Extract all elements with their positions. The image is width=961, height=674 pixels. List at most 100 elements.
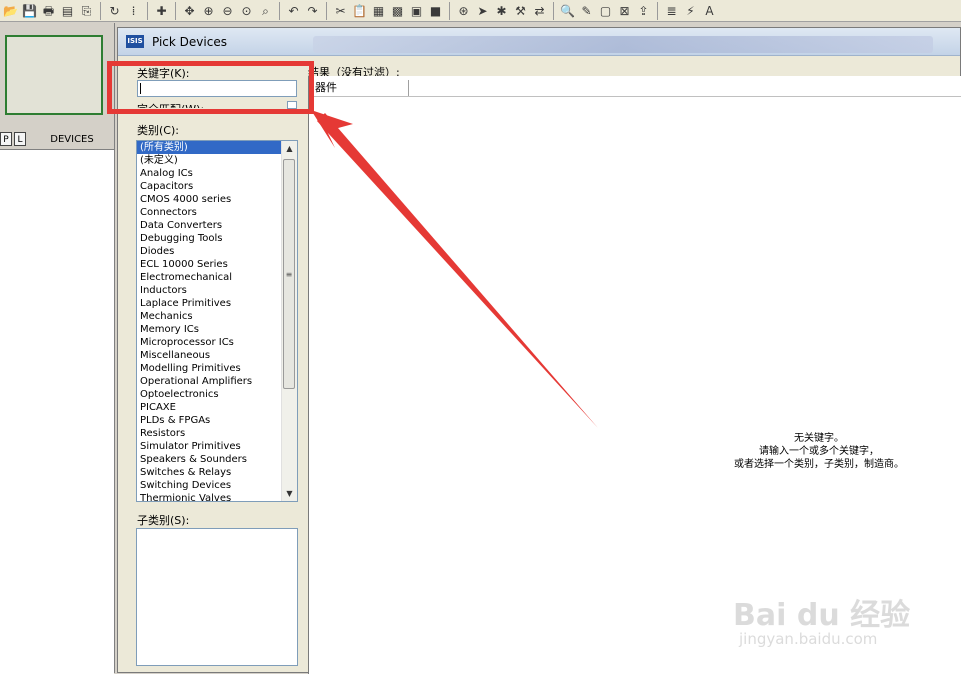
- category-item[interactable]: Miscellaneous: [137, 349, 282, 362]
- scroll-up-icon[interactable]: ▲: [282, 141, 297, 156]
- zoom-out-icon[interactable]: ⊖: [219, 2, 236, 19]
- wire-autorouter-icon[interactable]: ⇄: [531, 2, 548, 19]
- toolbar-separator: [279, 1, 280, 20]
- toolbar-separator: [657, 1, 658, 20]
- property-tool-icon[interactable]: ✎: [578, 2, 595, 19]
- subcategory-label: 子类别(S):: [137, 514, 190, 527]
- dialog-title: Pick Devices: [152, 34, 227, 49]
- dialog-titlebar[interactable]: ISIS Pick Devices: [118, 28, 960, 56]
- toolbar-separator: [326, 1, 327, 20]
- category-item[interactable]: Speakers & Sounders: [137, 453, 282, 466]
- scroll-down-icon[interactable]: ▼: [282, 486, 297, 501]
- toolbar-separator: [175, 1, 176, 20]
- category-item[interactable]: PICAXE: [137, 401, 282, 414]
- toolbar-separator: [553, 1, 554, 20]
- category-item[interactable]: Modelling Primitives: [137, 362, 282, 375]
- category-item[interactable]: Mechanics: [137, 310, 282, 323]
- results-message-line: 无关键字。: [794, 433, 844, 444]
- bom-icon[interactable]: ≣: [663, 2, 680, 19]
- titlebar-blur: [313, 36, 933, 53]
- category-item[interactable]: PLDs & FPGAs: [137, 414, 282, 427]
- category-item[interactable]: Simulator Primitives: [137, 440, 282, 453]
- pick-button[interactable]: P: [0, 132, 12, 146]
- category-item[interactable]: Diodes: [137, 245, 282, 258]
- baidu-watermark: Bai du 经验 jingyan.baidu.com: [733, 570, 933, 665]
- ares-icon[interactable]: A: [701, 2, 718, 19]
- refresh-icon[interactable]: ↻: [106, 2, 123, 19]
- origin-icon[interactable]: ✚: [153, 2, 170, 19]
- category-items: (所有类别) (未定义) Analog ICs Capacitors CMOS 4000…: [137, 141, 282, 501]
- category-item[interactable]: Switching Devices: [137, 479, 282, 492]
- category-item[interactable]: Analog ICs: [137, 167, 282, 180]
- library-button[interactable]: L: [14, 132, 26, 146]
- category-item[interactable]: (所有类别): [137, 141, 282, 154]
- copy-icon[interactable]: ⎘: [78, 2, 95, 19]
- block-copy-icon[interactable]: ▦: [370, 2, 387, 19]
- goto-sheet-icon[interactable]: ⇪: [635, 2, 652, 19]
- subcategory-list[interactable]: [136, 528, 298, 666]
- devices-label: DEVICES: [30, 133, 114, 147]
- category-item[interactable]: Debugging Tools: [137, 232, 282, 245]
- category-item[interactable]: Optoelectronics: [137, 388, 282, 401]
- category-item[interactable]: Thermionic Valves: [137, 492, 282, 501]
- object-selector-panel: P L DEVICES: [0, 23, 115, 674]
- undo-icon[interactable]: ↶: [285, 2, 302, 19]
- delete-sheet-icon[interactable]: ⊠: [616, 2, 633, 19]
- category-item[interactable]: Operational Amplifiers: [137, 375, 282, 388]
- cut-icon[interactable]: ✂: [332, 2, 349, 19]
- category-scrollbar[interactable]: ▲ ≡ ▼: [281, 141, 297, 501]
- category-item[interactable]: Inductors: [137, 284, 282, 297]
- results-message-line: 请输入一个或多个关键字，: [759, 446, 879, 457]
- save-icon[interactable]: 💾: [21, 2, 38, 19]
- category-item[interactable]: Switches & Relays: [137, 466, 282, 479]
- make-device-icon[interactable]: ➤: [474, 2, 491, 19]
- open-icon[interactable]: 📂: [2, 2, 19, 19]
- grid-icon[interactable]: ⁞: [125, 2, 142, 19]
- erc-icon[interactable]: ⚡: [682, 2, 699, 19]
- pan-icon[interactable]: ✥: [181, 2, 198, 19]
- toolbar-separator: [100, 1, 101, 20]
- category-item[interactable]: Capacitors: [137, 180, 282, 193]
- decompose-icon[interactable]: ⚒: [512, 2, 529, 19]
- category-item[interactable]: Memory ICs: [137, 323, 282, 336]
- paste-icon[interactable]: 📋: [351, 2, 368, 19]
- block-delete-icon[interactable]: ■: [427, 2, 444, 19]
- zoom-area-icon[interactable]: ⌕: [257, 2, 274, 19]
- print-icon[interactable]: 🖶: [40, 2, 57, 19]
- highlight-box: [107, 61, 314, 114]
- main-toolbar: 📂 💾 🖶 ▤ ⎘ ↻ ⁞ ✚ ✥ ⊕ ⊖ ⊙ ⌕ ↶ ↷ ✂ 📋 ▦ ▩ ▣ ■ ⊛ ➤ ✱ ⚒ ⇄ 🔍 ✎ ▢ ⊠ ⇪ ≣ ⚡ A: [0, 0, 961, 22]
- print-setup-icon[interactable]: ▤: [59, 2, 76, 19]
- toolbar-separator: [449, 1, 450, 20]
- block-rotate-icon[interactable]: ▣: [408, 2, 425, 19]
- category-item[interactable]: Electromechanical: [137, 271, 282, 284]
- category-item[interactable]: (未定义): [137, 154, 282, 167]
- zoom-all-icon[interactable]: ⊙: [238, 2, 255, 19]
- zoom-in-icon[interactable]: ⊕: [200, 2, 217, 19]
- category-item[interactable]: Microprocessor ICs: [137, 336, 282, 349]
- isis-app-icon: ISIS: [126, 35, 144, 48]
- toolbar-separator: [147, 1, 148, 20]
- category-item[interactable]: Connectors: [137, 206, 282, 219]
- overview-window[interactable]: [5, 35, 103, 115]
- watermark-url: jingyan.baidu.com: [739, 630, 878, 648]
- redo-icon[interactable]: ↷: [304, 2, 321, 19]
- block-move-icon[interactable]: ▩: [389, 2, 406, 19]
- category-label: 类别(C):: [137, 124, 179, 137]
- category-item[interactable]: Laplace Primitives: [137, 297, 282, 310]
- scroll-thumb[interactable]: ≡: [283, 159, 295, 389]
- results-column-device[interactable]: 器件: [309, 80, 409, 96]
- category-item[interactable]: Data Converters: [137, 219, 282, 232]
- package-icon[interactable]: ✱: [493, 2, 510, 19]
- search-icon[interactable]: 🔍: [559, 2, 576, 19]
- results-header: 器件: [309, 80, 961, 97]
- watermark-brand: Bai du 经验: [733, 598, 911, 633]
- category-item[interactable]: Resistors: [137, 427, 282, 440]
- category-list[interactable]: (所有类别) (未定义) Analog ICs Capacitors CMOS 4000…: [136, 140, 298, 502]
- category-item[interactable]: CMOS 4000 series: [137, 193, 282, 206]
- results-message-line: 或者选择一个类别，子类别，制造商。: [734, 459, 904, 470]
- selector-buttons: P L: [0, 132, 26, 146]
- device-selector-list[interactable]: [0, 149, 114, 674]
- pick-device-icon[interactable]: ⊛: [455, 2, 472, 19]
- category-item[interactable]: ECL 10000 Series: [137, 258, 282, 271]
- new-sheet-icon[interactable]: ▢: [597, 2, 614, 19]
